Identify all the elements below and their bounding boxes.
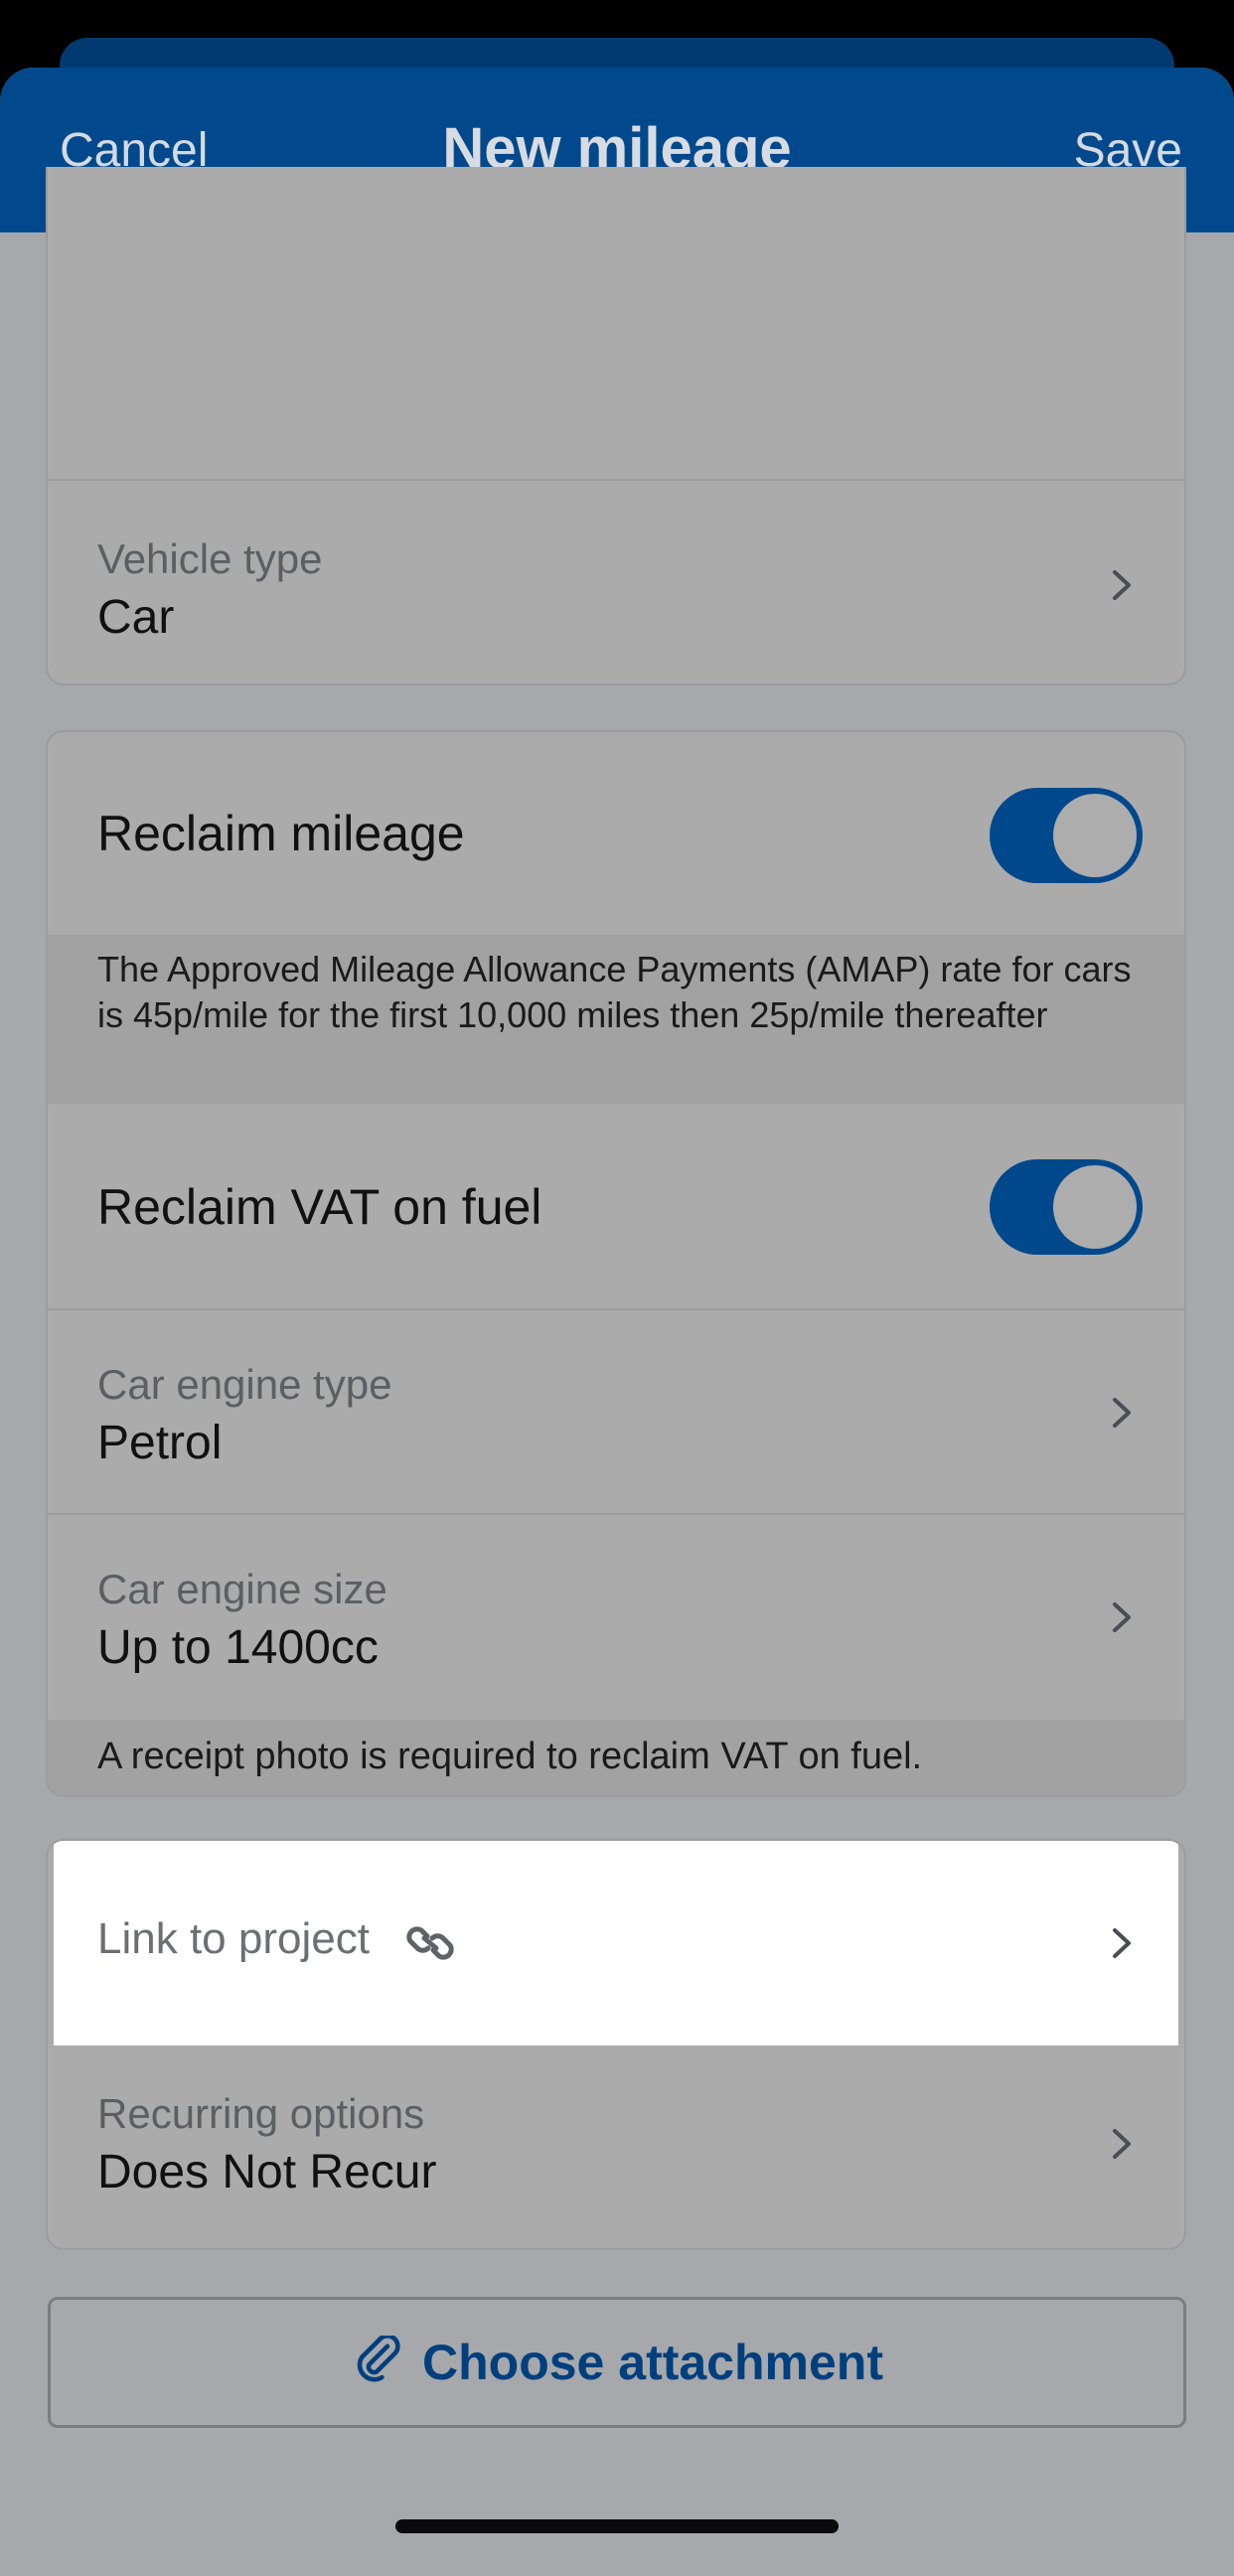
vehicle-type-label: Vehicle type bbox=[97, 535, 323, 582]
recurring-options-row[interactable]: Recurring options Does Not Recur bbox=[48, 2046, 1184, 2248]
amap-info-text: The Approved Mileage Allowance Payments … bbox=[48, 935, 1184, 1104]
car-engine-size-value: Up to 1400cc bbox=[97, 1621, 379, 1674]
link-to-project-row[interactable]: Link to project bbox=[54, 1841, 1178, 2046]
choose-attachment-label: Choose attachment bbox=[422, 2335, 883, 2390]
vehicle-card: Vehicle type Car bbox=[46, 167, 1186, 685]
choose-attachment-button[interactable]: Choose attachment bbox=[48, 2297, 1186, 2428]
reclaim-vat-toggle[interactable] bbox=[990, 1159, 1143, 1255]
link-icon bbox=[406, 1926, 454, 1960]
reclaim-mileage-label: Reclaim mileage bbox=[97, 806, 465, 861]
toggle-knob bbox=[1053, 1165, 1137, 1249]
chevron-right-icon bbox=[1113, 1928, 1131, 1958]
vehicle-type-value: Car bbox=[97, 591, 175, 644]
link-to-project-label: Link to project bbox=[97, 1914, 370, 1963]
vehicle-type-row[interactable]: Vehicle type Car bbox=[48, 479, 1184, 683]
project-card: Link to project Recurring options Does N… bbox=[46, 1839, 1186, 2250]
car-engine-size-row[interactable]: Car engine size Up to 1400cc bbox=[48, 1513, 1184, 1720]
reclaim-mileage-row: Reclaim mileage bbox=[48, 732, 1184, 935]
chevron-right-icon bbox=[1113, 1602, 1131, 1632]
reclaim-card: Reclaim mileage The Approved Mileage All… bbox=[46, 730, 1186, 1797]
blank-field-row[interactable] bbox=[48, 167, 1184, 479]
car-engine-type-label: Car engine type bbox=[97, 1361, 392, 1408]
home-indicator bbox=[395, 2519, 839, 2533]
chevron-right-icon bbox=[1113, 570, 1131, 600]
chevron-right-icon bbox=[1113, 2129, 1131, 2159]
car-engine-type-value: Petrol bbox=[97, 1417, 223, 1469]
chevron-right-icon bbox=[1113, 1398, 1131, 1428]
car-engine-size-label: Car engine size bbox=[97, 1566, 387, 1612]
toggle-knob bbox=[1053, 794, 1137, 877]
receipt-info-text: A receipt photo is required to reclaim V… bbox=[48, 1720, 1184, 1795]
reclaim-mileage-toggle[interactable] bbox=[990, 788, 1143, 883]
reclaim-vat-label: Reclaim VAT on fuel bbox=[97, 1179, 542, 1235]
recurring-options-value: Does Not Recur bbox=[97, 2146, 437, 2198]
car-engine-type-row[interactable]: Car engine type Petrol bbox=[48, 1308, 1184, 1513]
modal-sheet: Cancel New mileage Save Vehicle type Car… bbox=[0, 68, 1234, 2576]
paperclip-icon bbox=[357, 2336, 400, 2382]
recurring-options-label: Recurring options bbox=[97, 2090, 425, 2137]
reclaim-vat-row: Reclaim VAT on fuel bbox=[48, 1104, 1184, 1308]
